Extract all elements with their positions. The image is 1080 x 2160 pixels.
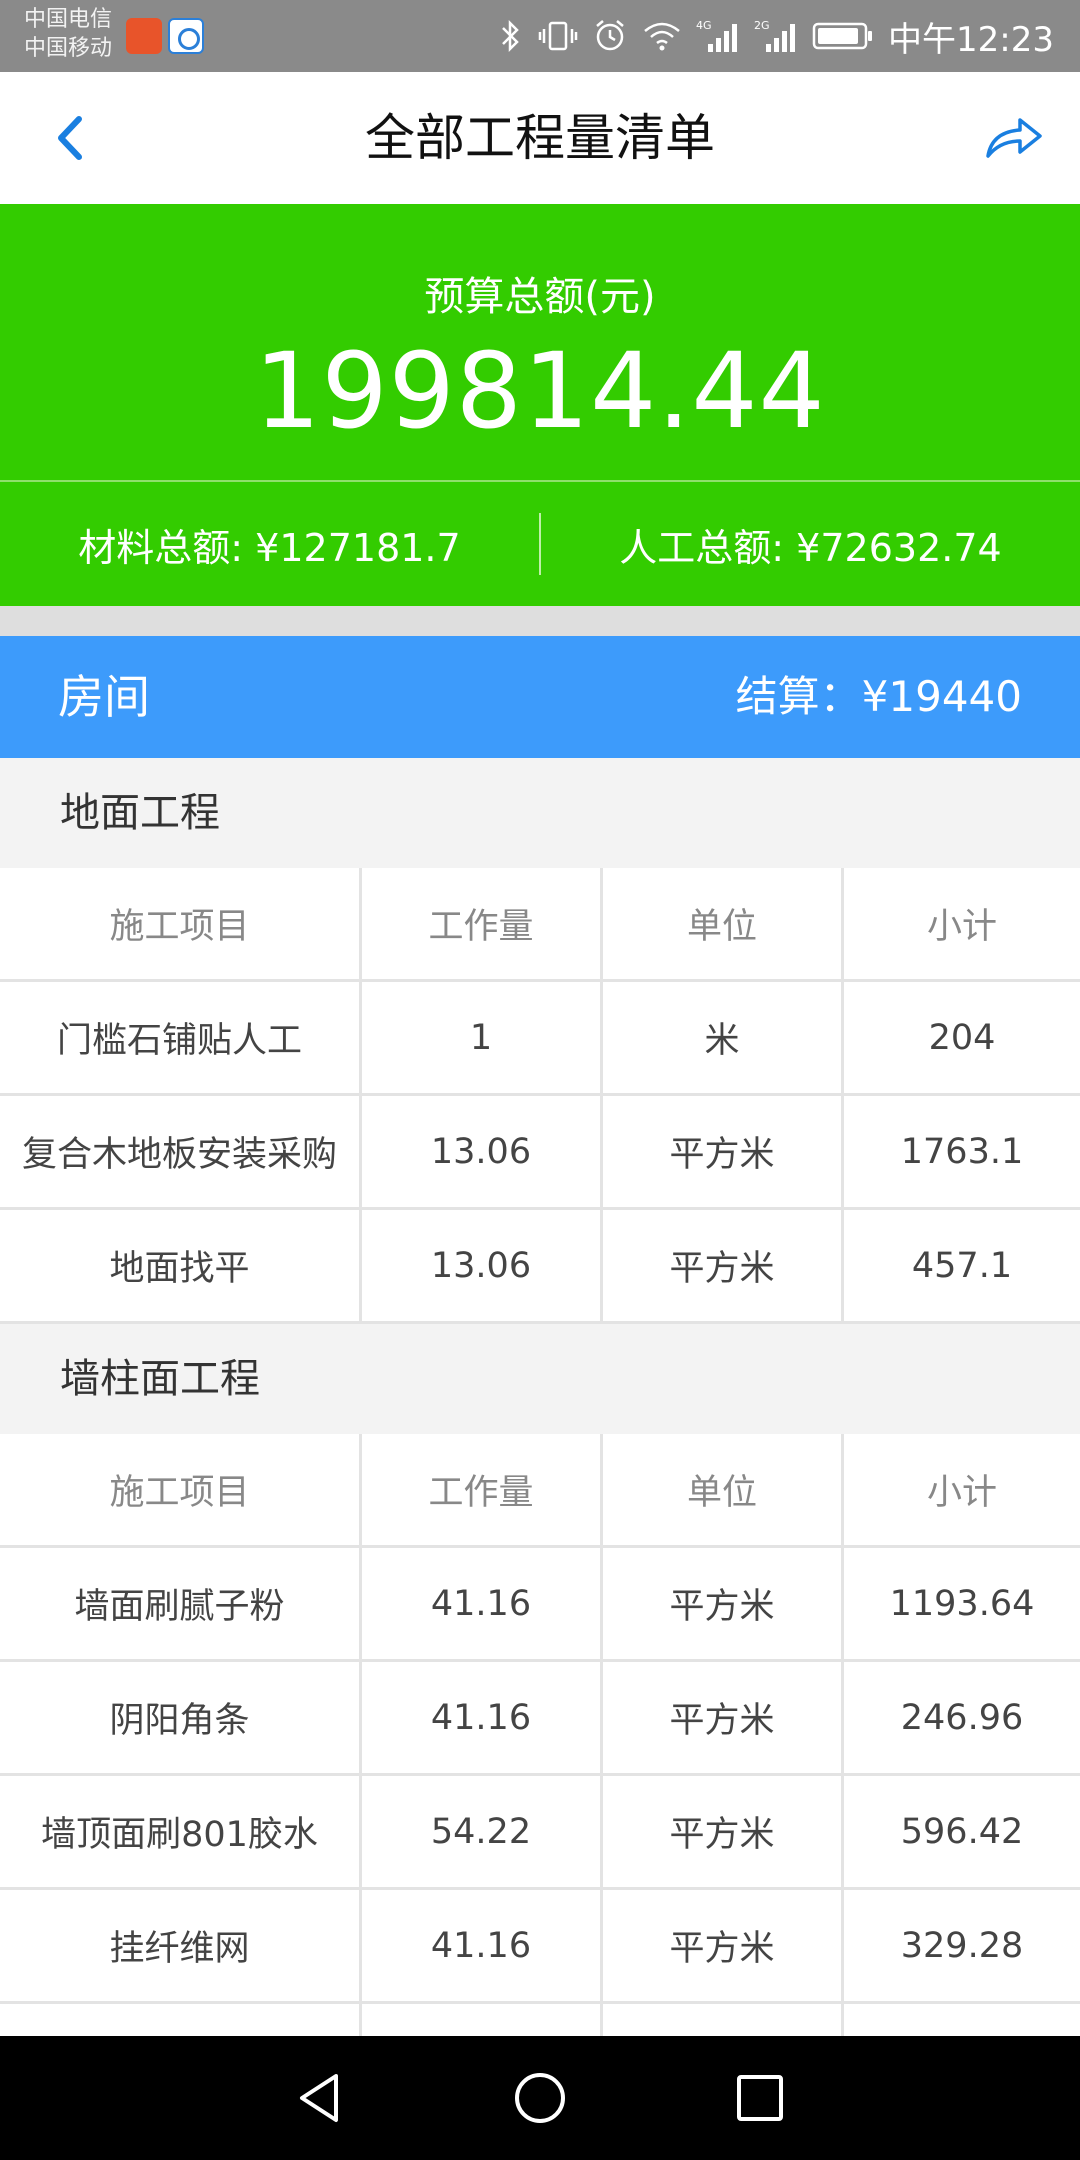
table-row[interactable]: 墙面刷腻子粉 41.16 平方米 1193.64 [0,1548,1080,1662]
wall-works-table: 施工项目 工作量 单位 小计 墙面刷腻子粉 41.16 平方米 1193.64 … [0,1434,1080,2118]
item-quantity: 41.16 [362,1890,603,2001]
item-subtotal: 596.42 [900,1811,1024,1852]
item-name: 挂纤维网 [0,1890,362,2001]
wifi-icon [644,22,680,51]
system-navigation-bar [0,2036,1080,2160]
item-name: 复合木地板安装采购 [0,1096,362,1207]
nav-home-button[interactable] [500,2058,580,2138]
home-circle-icon [515,2073,565,2123]
chevron-left-icon [58,116,82,160]
column-header: 小计 [926,907,997,947]
budget-total-label: 预算总额(元) [424,274,656,320]
table-row[interactable]: 复合木地板安装采购 13.06 平方米 1763.1 [0,1096,1080,1210]
item-subtotal: 1763.1 [900,1131,1024,1172]
alarm-icon [596,20,624,51]
item-name: 墙面刷腻子粉 [0,1548,362,1659]
item-quantity: 13.06 [362,1096,603,1207]
section-title-wall: 墙柱面工程 [0,1324,1080,1434]
share-icon [986,118,1042,158]
item-unit: 平方米 [603,1890,844,2001]
nav-back-button[interactable] [280,2058,360,2138]
material-total: 材料总额: ¥127181.7 [78,525,461,570]
item-quantity: 54.22 [362,1776,603,1887]
section-title-text: 地面工程 [60,790,220,836]
page-title: 全部工程量清单 [365,109,715,167]
app-notification-icon [168,18,204,54]
table-row[interactable]: 阴阳角条 41.16 平方米 246.96 [0,1662,1080,1776]
signal-2g-icon: 2G [754,19,796,52]
carrier-labels: 中国电信 中国移动 [24,6,112,64]
top-nav-bar: 全部工程量清单 [0,72,1080,204]
item-quantity: 1 [362,982,603,1093]
table-header-row: 施工项目 工作量 单位 小计 [0,1434,1080,1548]
column-header: 施工项目 [0,868,362,979]
clock: 中午12:23 [888,19,1054,60]
column-header: 工作量 [362,1434,603,1545]
svg-text:2G: 2G [754,19,770,32]
item-subtotal: 329.28 [900,1925,1024,1966]
bank-app-notification-icon [126,18,162,54]
table-row[interactable]: 地面找平 13.06 平方米 457.1 [0,1210,1080,1324]
table-row[interactable]: 门槛石铺贴人工 1 米 204 [0,982,1080,1096]
carrier-2: 中国移动 [24,36,113,61]
vibrate-icon [538,21,578,51]
carrier-1: 中国电信 [24,7,113,32]
item-subtotal: 246.96 [900,1697,1024,1738]
section-title-text: 墙柱面工程 [60,1356,260,1402]
item-unit: 平方米 [603,1662,844,1773]
screen: 中国电信 中国移动 4G 2G 中午12:23 全部工程量清单 预算总额(元) … [0,0,1080,2160]
column-header: 小计 [926,1473,997,1513]
signal-4g-icon: 4G [696,19,738,52]
room-name: 房间 [58,670,150,724]
column-header: 单位 [603,1434,844,1545]
item-unit: 平方米 [603,1548,844,1659]
svg-text:4G: 4G [696,19,712,32]
table-row[interactable]: 挂纤维网 41.16 平方米 329.28 [0,1890,1080,2004]
item-subtotal: 1193.64 [889,1583,1035,1624]
item-subtotal: 457.1 [911,1245,1013,1286]
table-row[interactable]: 墙顶面刷801胶水 54.22 平方米 596.42 [0,1776,1080,1890]
item-name: 门槛石铺贴人工 [0,982,362,1093]
section-title-floor: 地面工程 [0,758,1080,868]
item-name: 墙顶面刷801胶水 [0,1776,362,1887]
status-bar: 中国电信 中国移动 4G 2G 中午12:23 [0,0,1080,72]
battery-icon [812,22,873,50]
recents-square-icon [737,2075,783,2121]
item-quantity: 13.06 [362,1210,603,1321]
budget-total-amount: 199814.44 [254,330,826,452]
status-indicators: 4G 2G 中午12:23 [498,0,1054,72]
item-unit: 平方米 [603,1210,844,1321]
column-header: 单位 [603,868,844,979]
bluetooth-icon [502,19,519,53]
room-settlement: 结算：¥19440 [735,672,1022,721]
section-spacer [0,606,1080,636]
item-subtotal: 204 [928,1017,996,1058]
item-quantity: 41.16 [362,1662,603,1773]
share-button[interactable] [982,108,1046,168]
item-quantity: 41.16 [362,1548,603,1659]
nav-recents-button[interactable] [720,2058,800,2138]
item-unit: 米 [603,982,844,1093]
room-header[interactable]: 房间 结算：¥19440 [0,636,1080,758]
column-header: 工作量 [362,868,603,979]
column-header: 施工项目 [0,1434,362,1545]
floor-works-table: 施工项目 工作量 单位 小计 门槛石铺贴人工 1 米 204 复合木地板安装采购… [0,868,1080,1324]
budget-summary-banner: 预算总额(元) 199814.44 材料总额: ¥127181.7 人工总额: … [0,204,1080,606]
labor-total: 人工总额: ¥72632.74 [619,525,1002,570]
item-unit: 平方米 [603,1096,844,1207]
budget-breakdown: 材料总额: ¥127181.7 人工总额: ¥72632.74 [0,482,1080,606]
back-button[interactable] [40,108,100,168]
item-name: 地面找平 [0,1210,362,1321]
item-name: 阴阳角条 [0,1662,362,1773]
back-triangle-icon [300,2074,338,2122]
table-header-row: 施工项目 工作量 单位 小计 [0,868,1080,982]
item-unit: 平方米 [603,1776,844,1887]
